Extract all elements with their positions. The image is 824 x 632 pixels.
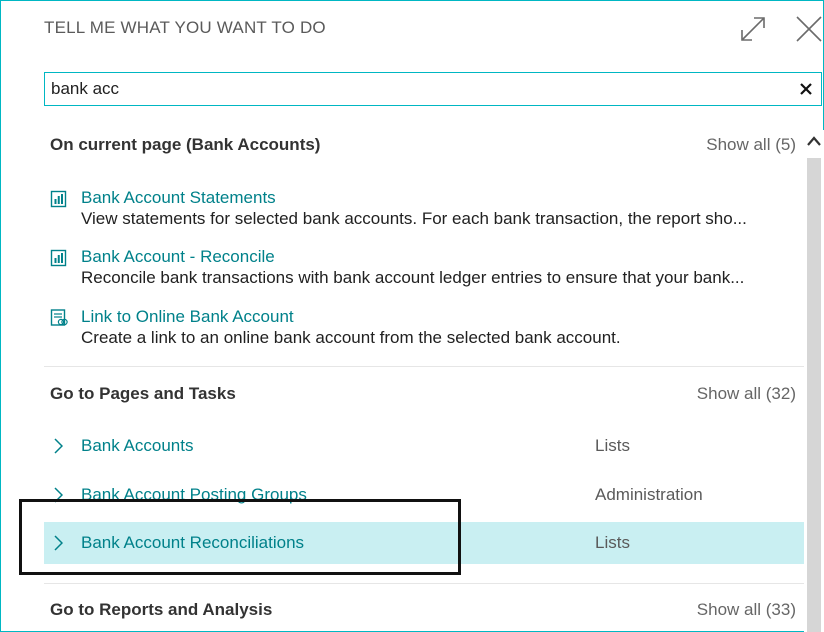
show-all-pages-tasks-link[interactable]: Show all (32) [697,384,796,404]
show-all-current-page-link[interactable]: Show all (5) [706,135,796,155]
scrollbar-thumb[interactable] [807,158,821,632]
section-heading-reports: Go to Reports and Analysis [50,600,273,619]
show-all-reports-link[interactable]: Show all (33) [697,600,796,620]
close-icon [796,16,822,42]
chevron-right-icon [54,438,63,454]
report-icon [50,190,67,208]
page-task-label[interactable]: Bank Account Reconciliations [81,533,304,553]
section-divider [44,583,804,584]
report-icon [50,249,67,267]
expand-icon [741,17,765,41]
search-input[interactable] [45,73,785,105]
expand-button[interactable] [738,14,768,44]
section-heading-current-page: On current page (Bank Accounts) [50,135,321,154]
clear-search-button[interactable] [797,80,815,98]
results-list: On current page (Bank Accounts) Show all… [44,120,804,632]
page-task-row-bank-account-reconciliations[interactable]: Bank Account Reconciliations Lists [44,522,804,564]
result-description: Create a link to an online bank account … [81,328,621,347]
page-task-category: Administration [595,485,703,504]
result-description: Reconcile bank transactions with bank ac… [81,268,745,287]
link-document-icon [50,309,68,326]
dialog-title: TELL ME WHAT YOU WANT TO DO [44,18,326,37]
page-task-category: Lists [595,533,630,552]
result-title[interactable]: Bank Account Statements [81,188,276,208]
chevron-right-icon [54,535,63,551]
scrollbar[interactable] [804,130,824,632]
page-task-category: Lists [595,436,630,455]
result-title[interactable]: Link to Online Bank Account [81,307,294,327]
clear-icon [800,83,812,95]
page-task-row-bank-account-posting-groups[interactable]: Bank Account Posting Groups Administrati… [44,474,804,516]
chevron-right-icon [54,487,63,503]
result-title[interactable]: Bank Account - Reconcile [81,247,275,267]
page-task-label[interactable]: Bank Account Posting Groups [81,485,307,505]
page-task-label[interactable]: Bank Accounts [81,436,193,456]
search-box [44,72,822,106]
page-task-row-bank-accounts[interactable]: Bank Accounts Lists [44,425,804,467]
close-dialog-button[interactable] [794,14,824,44]
section-heading-pages-tasks: Go to Pages and Tasks [50,384,236,403]
section-divider [44,366,804,367]
scroll-up-icon[interactable] [806,134,822,148]
result-description: View statements for selected bank accoun… [81,209,747,228]
